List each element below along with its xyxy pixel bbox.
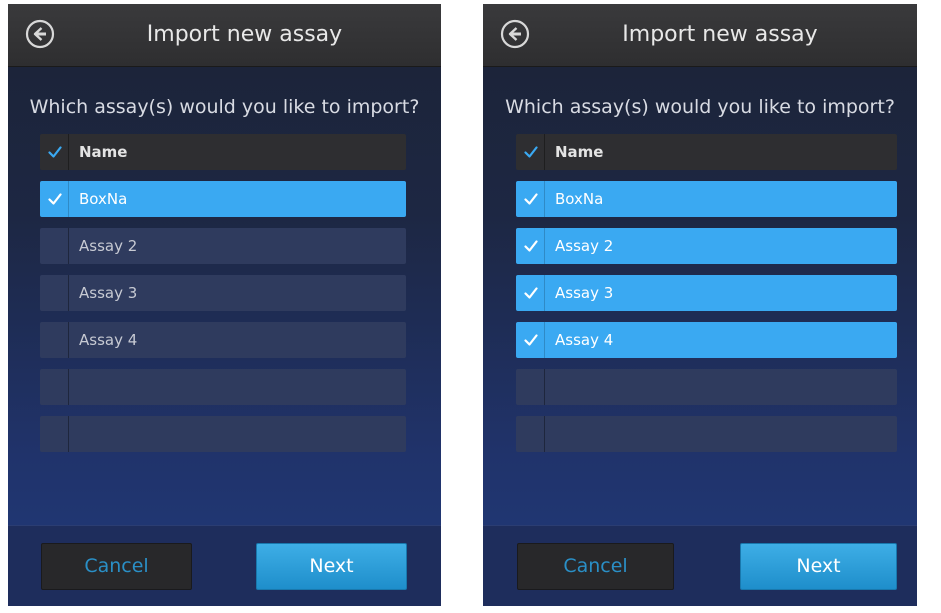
assay-name: BoxNa	[555, 190, 604, 208]
checkmark-icon	[524, 144, 538, 158]
table-row[interactable]: Assay 3	[516, 275, 897, 311]
page-title: Import new assay	[146, 22, 343, 47]
row-checkbox[interactable]	[40, 322, 69, 358]
row-checkbox[interactable]	[516, 416, 545, 452]
cancel-button[interactable]: Cancel	[517, 543, 674, 590]
table-row[interactable]	[516, 416, 897, 452]
checkmark-icon	[524, 285, 538, 299]
next-button[interactable]: Next	[256, 543, 407, 590]
checkmark-icon	[524, 332, 538, 346]
right-screen: Import new assay Which assay(s) would yo…	[483, 4, 917, 606]
checkmark-icon	[524, 238, 538, 252]
row-checkbox[interactable]	[40, 369, 69, 405]
back-arrow-icon[interactable]	[25, 19, 55, 49]
page-title: Import new assay	[622, 22, 818, 47]
row-checkbox[interactable]	[40, 416, 69, 452]
row-checkbox[interactable]	[40, 181, 69, 217]
table-row[interactable]: BoxNa	[40, 181, 406, 217]
import-question: Which assay(s) would you like to import?	[29, 96, 420, 118]
row-checkbox[interactable]	[516, 322, 545, 358]
table-row[interactable]: Assay 2	[40, 228, 406, 264]
checkmark-icon	[48, 191, 62, 205]
next-button[interactable]: Next	[740, 543, 897, 590]
column-header-name: Name	[555, 143, 604, 161]
table-row[interactable]	[40, 369, 406, 405]
table-header-row[interactable]: Name	[516, 134, 897, 170]
table-header-row[interactable]: Name	[40, 134, 406, 170]
table-row[interactable]: Assay 4	[40, 322, 406, 358]
row-checkbox[interactable]	[516, 369, 545, 405]
select-all-checkbox[interactable]	[40, 134, 69, 170]
row-checkbox[interactable]	[516, 228, 545, 264]
title-bar: Import new assay	[483, 4, 917, 67]
table-row[interactable]	[516, 369, 897, 405]
checkmark-icon	[48, 144, 62, 158]
footer-bar: Cancel Next	[483, 525, 917, 606]
footer-bar: Cancel Next	[8, 525, 441, 606]
assay-name: Assay 2	[555, 237, 614, 255]
row-checkbox[interactable]	[40, 228, 69, 264]
table-row[interactable]: Assay 4	[516, 322, 897, 358]
table-row[interactable]: BoxNa	[516, 181, 897, 217]
assay-name: Assay 4	[555, 331, 614, 349]
column-header-name: Name	[79, 143, 128, 161]
checkmark-icon	[524, 191, 538, 205]
title-bar: Import new assay	[8, 4, 441, 67]
back-arrow-icon[interactable]	[500, 19, 530, 49]
row-checkbox[interactable]	[516, 181, 545, 217]
assay-name: Assay 2	[79, 237, 138, 255]
row-checkbox[interactable]	[516, 275, 545, 311]
assay-name: Assay 3	[79, 284, 138, 302]
left-screen: Import new assay Which assay(s) would yo…	[8, 4, 441, 606]
row-checkbox[interactable]	[40, 275, 69, 311]
assay-name: BoxNa	[79, 190, 128, 208]
import-question: Which assay(s) would you like to import?	[505, 96, 895, 118]
select-all-checkbox[interactable]	[516, 134, 545, 170]
table-row[interactable]: Assay 2	[516, 228, 897, 264]
table-row[interactable]: Assay 3	[40, 275, 406, 311]
assay-name: Assay 3	[555, 284, 614, 302]
cancel-button[interactable]: Cancel	[41, 543, 192, 590]
assay-name: Assay 4	[79, 331, 138, 349]
table-row[interactable]	[40, 416, 406, 452]
